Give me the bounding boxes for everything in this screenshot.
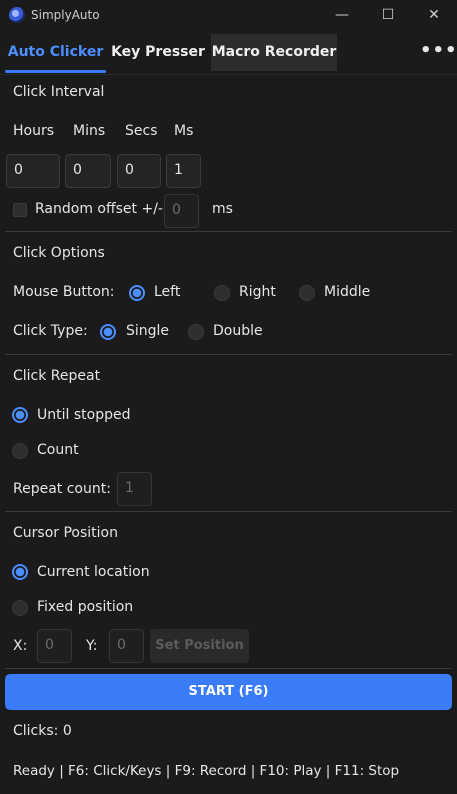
x-input[interactable]: 0	[37, 629, 72, 663]
set-position-button[interactable]: Set Position	[150, 629, 249, 663]
window-title: SimplyAuto	[31, 8, 100, 22]
fixed-position-label[interactable]: Fixed position	[37, 599, 133, 615]
mouse-middle-label[interactable]: Middle	[324, 284, 370, 300]
mins-input[interactable]: 0	[65, 154, 111, 188]
repeat-count-input[interactable]: 1	[117, 472, 152, 506]
more-horizontal-icon[interactable]: •••	[420, 34, 457, 71]
secs-input[interactable]: 0	[117, 154, 161, 188]
clicks-counter: Clicks: 0	[13, 723, 72, 739]
mouse-left-radio[interactable]	[129, 285, 145, 301]
count-label[interactable]: Count	[37, 442, 79, 458]
minimize-button[interactable]: —	[319, 0, 365, 32]
x-label: X:	[13, 638, 28, 654]
hours-label: Hours	[13, 123, 55, 139]
mins-label: Mins	[73, 123, 106, 139]
random-offset-label: Random offset +/-	[35, 201, 163, 217]
click-double-radio[interactable]	[188, 324, 204, 340]
section-divider	[5, 354, 452, 355]
cursor-position-heading: Cursor Position	[13, 525, 118, 541]
current-location-label[interactable]: Current location	[37, 564, 150, 580]
hours-input[interactable]: 0	[6, 154, 60, 188]
section-divider	[5, 668, 452, 669]
click-repeat-heading: Click Repeat	[13, 368, 101, 384]
section-divider	[5, 511, 452, 512]
random-offset-unit: ms	[212, 201, 233, 217]
current-location-radio[interactable]	[12, 564, 28, 580]
count-radio[interactable]	[12, 443, 28, 459]
mouse-middle-radio[interactable]	[299, 285, 315, 301]
until-stopped-radio[interactable]	[12, 407, 28, 423]
y-input[interactable]: 0	[109, 629, 144, 663]
click-single-radio[interactable]	[100, 324, 116, 340]
tab-key-presser[interactable]: Key Presser	[108, 34, 208, 71]
close-button[interactable]: ✕	[411, 0, 457, 32]
mouse-right-label[interactable]: Right	[239, 284, 276, 300]
secs-label: Secs	[125, 123, 158, 139]
click-double-label[interactable]: Double	[213, 323, 263, 339]
section-divider	[5, 231, 452, 232]
until-stopped-label[interactable]: Until stopped	[37, 407, 130, 423]
tab-auto-clicker[interactable]: Auto Clicker	[5, 34, 106, 71]
ms-input[interactable]: 1	[166, 154, 201, 188]
random-offset-input[interactable]: 0	[164, 194, 199, 228]
mouse-button-label: Mouse Button:	[13, 284, 115, 300]
mouse-right-radio[interactable]	[214, 285, 230, 301]
click-options-heading: Click Options	[13, 245, 105, 261]
maximize-button[interactable]: ☐	[365, 0, 411, 32]
repeat-count-label: Repeat count:	[13, 481, 111, 497]
random-offset-checkbox[interactable]	[13, 203, 27, 217]
start-button[interactable]: START (F6)	[5, 674, 452, 710]
click-interval-heading: Click Interval	[13, 84, 105, 100]
active-tab-indicator	[5, 70, 106, 73]
ms-label: Ms	[174, 123, 194, 139]
mouse-left-label[interactable]: Left	[154, 284, 180, 300]
tab-macro-recorder[interactable]: Macro Recorder	[211, 34, 337, 71]
app-logo-icon	[9, 7, 25, 23]
click-type-label: Click Type:	[13, 323, 88, 339]
y-label: Y:	[86, 638, 98, 654]
click-single-label[interactable]: Single	[126, 323, 169, 339]
fixed-position-radio[interactable]	[12, 600, 28, 616]
status-bar: Ready | F6: Click/Keys | F9: Record | F1…	[13, 763, 400, 779]
